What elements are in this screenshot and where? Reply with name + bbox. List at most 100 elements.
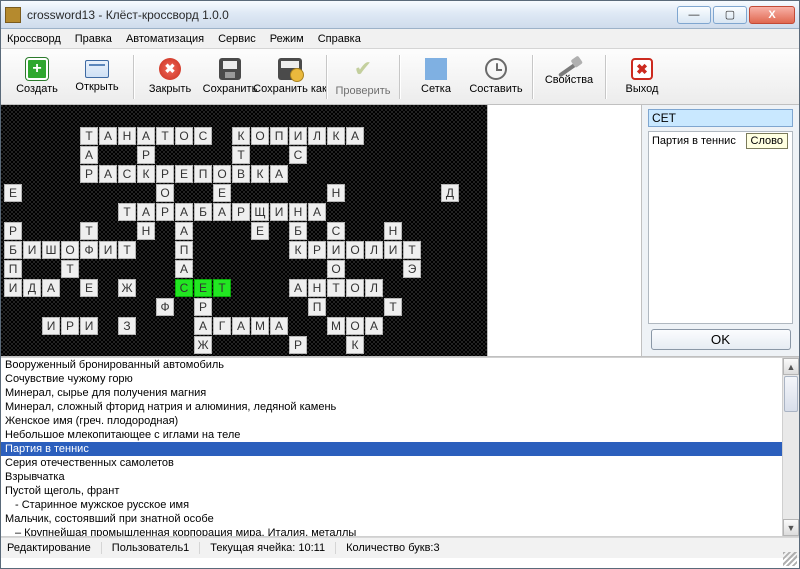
grid-cell[interactable]: И	[80, 317, 98, 335]
grid-cell[interactable]: А	[175, 260, 193, 278]
resize-grip[interactable]	[783, 552, 797, 566]
clue-row[interactable]: Взрывчатка	[1, 470, 799, 484]
grid-cell[interactable]: Н	[118, 127, 136, 145]
grid-cell[interactable]: Т	[213, 279, 231, 297]
grid-cell[interactable]: Н	[137, 222, 155, 240]
ok-button[interactable]: OK	[651, 329, 791, 350]
grid-cell[interactable]: П	[175, 241, 193, 259]
exit-button[interactable]: ✖Выход	[612, 52, 672, 102]
grid-cell[interactable]: Н	[308, 279, 326, 297]
grid-cell[interactable]: З	[118, 317, 136, 335]
menu-3[interactable]: Сервис	[218, 33, 256, 45]
grid-cell[interactable]: П	[270, 127, 288, 145]
scroll-down-button[interactable]: ▼	[783, 519, 799, 536]
clue-row[interactable]: Сочувствие чужому горю	[1, 372, 799, 386]
grid-cell[interactable]: П	[194, 165, 212, 183]
grid-cell[interactable]: Ж	[194, 336, 212, 354]
scrollbar[interactable]: ▲ ▼	[782, 358, 799, 536]
grid-cell[interactable]: А	[213, 203, 231, 221]
grid-cell[interactable]: П	[4, 260, 22, 278]
grid-cell[interactable]: О	[175, 127, 193, 145]
grid-cell[interactable]: А	[42, 279, 60, 297]
grid-cell[interactable]: Д	[441, 184, 459, 202]
grid-cell[interactable]: Р	[156, 203, 174, 221]
menu-2[interactable]: Автоматизация	[126, 33, 204, 45]
grid-cell[interactable]: К	[137, 165, 155, 183]
grid-cell[interactable]: А	[270, 317, 288, 335]
grid-cell[interactable]: Р	[61, 317, 79, 335]
grid-cell[interactable]: Р	[156, 165, 174, 183]
grid-cell[interactable]: Е	[251, 222, 269, 240]
grid-cell[interactable]: Г	[213, 317, 231, 335]
answer-input[interactable]: СЕТ	[648, 109, 793, 127]
grid-cell[interactable]: И	[384, 241, 402, 259]
grid-cell[interactable]: О	[327, 260, 345, 278]
grid-cell[interactable]: Ж	[118, 279, 136, 297]
grid-cell[interactable]: А	[99, 165, 117, 183]
grid-cell[interactable]: С	[327, 222, 345, 240]
grid-cell[interactable]: Р	[289, 336, 307, 354]
clue-row[interactable]: Небольшое млекопитающее с иглами на теле	[1, 428, 799, 442]
menu-5[interactable]: Справка	[318, 33, 361, 45]
clue-row[interactable]: Пустой щеголь, франт	[1, 484, 799, 498]
grid-cell[interactable]: Н	[327, 184, 345, 202]
grid-cell[interactable]: Т	[403, 241, 421, 259]
grid-cell[interactable]: Р	[232, 203, 250, 221]
grid-cell[interactable]: Л	[365, 241, 383, 259]
grid-cell[interactable]: Р	[194, 298, 212, 316]
grid-cell[interactable]: Ф	[156, 298, 174, 316]
maximize-button[interactable]: ▢	[713, 6, 747, 24]
clue-row[interactable]: Мальчик, состоявший при знатной особе	[1, 512, 799, 526]
grid-cell[interactable]: О	[156, 184, 174, 202]
grid-cell[interactable]: Т	[327, 279, 345, 297]
grid-cell[interactable]: О	[346, 241, 364, 259]
grid-cell[interactable]: Р	[4, 222, 22, 240]
grid-cell[interactable]: С	[175, 279, 193, 297]
grid-cell[interactable]: О	[213, 165, 231, 183]
grid-cell[interactable]: П	[308, 298, 326, 316]
clue-row[interactable]: Вооруженный бронированный автомобиль	[1, 358, 799, 372]
clue-row[interactable]: Партия в теннис	[1, 442, 799, 456]
clue-text-area[interactable]: Партия в теннис Слово	[648, 131, 793, 324]
grid-cell[interactable]: А	[137, 127, 155, 145]
crossword-grid[interactable]: ТАНАТОСКОПИЛКААРТСРАСКРЕПОВКАЕОЕНДТАРАБА…	[4, 108, 484, 354]
grid-cell[interactable]: М	[251, 317, 269, 335]
grid-cell[interactable]: Б	[4, 241, 22, 259]
grid-cell[interactable]: А	[175, 222, 193, 240]
grid-cell[interactable]: А	[365, 317, 383, 335]
scroll-up-button[interactable]: ▲	[783, 358, 799, 375]
grid-cell[interactable]: И	[42, 317, 60, 335]
grid-cell[interactable]: А	[346, 127, 364, 145]
grid-cell[interactable]: С	[289, 146, 307, 164]
grid-cell[interactable]: И	[270, 203, 288, 221]
grid-cell[interactable]: А	[175, 203, 193, 221]
grid-cell[interactable]: А	[308, 203, 326, 221]
grid-cell[interactable]: Т	[61, 260, 79, 278]
menu-1[interactable]: Правка	[75, 33, 112, 45]
clue-row[interactable]: – Крупнейшая промышленная корпорация мир…	[1, 526, 799, 537]
grid-cell[interactable]: А	[289, 279, 307, 297]
grid-cell[interactable]: И	[327, 241, 345, 259]
grid-cell[interactable]: М	[327, 317, 345, 335]
grid-cell[interactable]: Е	[4, 184, 22, 202]
grid-cell[interactable]: Е	[175, 165, 193, 183]
grid-cell[interactable]: Т	[118, 241, 136, 259]
grid-cell[interactable]: Т	[384, 298, 402, 316]
grid-cell[interactable]: А	[194, 317, 212, 335]
grid-cell[interactable]: А	[80, 146, 98, 164]
grid-cell[interactable]: Н	[384, 222, 402, 240]
close-button[interactable]: ✖Закрыть	[140, 52, 200, 102]
compose-button[interactable]: Составить	[466, 52, 526, 102]
grid-cell[interactable]: О	[61, 241, 79, 259]
grid-cell[interactable]: Е	[194, 279, 212, 297]
grid-cell[interactable]: Ф	[80, 241, 98, 259]
grid-cell[interactable]: Е	[213, 184, 231, 202]
grid-cell[interactable]: А	[270, 165, 288, 183]
grid-cell[interactable]: О	[346, 279, 364, 297]
grid-cell[interactable]: И	[99, 241, 117, 259]
grid-cell[interactable]: С	[194, 127, 212, 145]
grid-cell[interactable]: Э	[403, 260, 421, 278]
minimize-button[interactable]: —	[677, 6, 711, 24]
grid-cell[interactable]: Щ	[251, 203, 269, 221]
open-button[interactable]: Открыть	[67, 52, 127, 102]
